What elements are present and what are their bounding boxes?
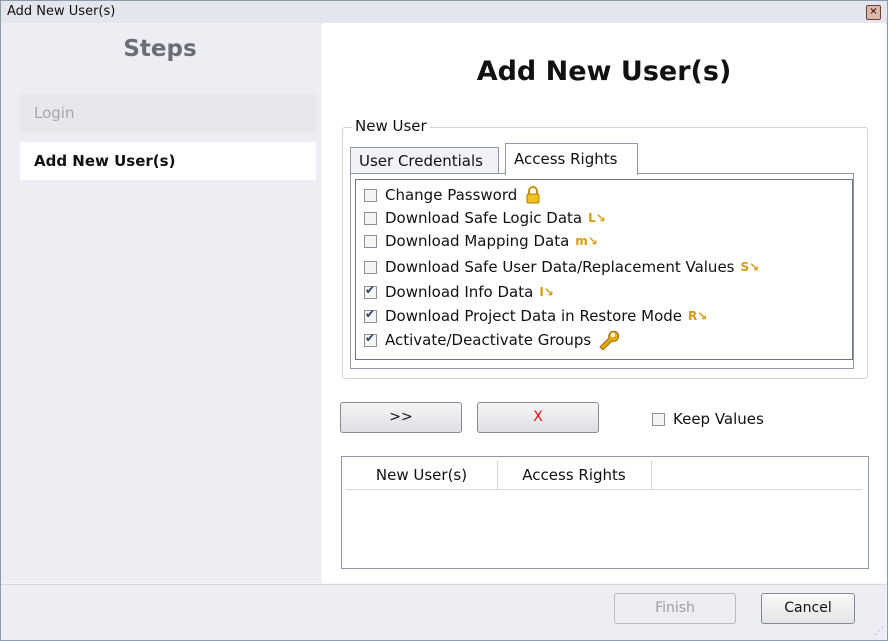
group-label: New User [352, 117, 430, 135]
wrench-icon [599, 330, 620, 350]
right-label: Change Password [385, 186, 518, 204]
info-download-icon: I↘ [539, 285, 554, 299]
mapping-download-icon: m↘ [575, 234, 598, 248]
right-label: Download Safe User Data/Replacement Valu… [385, 258, 735, 276]
right-checkbox[interactable] [364, 307, 377, 323]
right-label: Download Project Data in Restore Mode [385, 307, 682, 325]
cancel-button[interactable]: Cancel [761, 593, 855, 624]
right-checkbox[interactable] [364, 331, 377, 347]
right-label: Activate/Deactivate Groups [385, 331, 592, 349]
column-header-access-rights[interactable]: Access Rights [497, 461, 652, 489]
user-data-download-icon: S↘ [740, 260, 760, 274]
finish-button[interactable]: Finish [614, 593, 736, 624]
keep-values-checkbox[interactable] [652, 412, 665, 426]
right-item[interactable]: Change Password [364, 185, 541, 205]
resize-grip-icon[interactable]: ⋰ [874, 626, 884, 637]
right-item[interactable]: Activate/Deactivate Groups [364, 330, 620, 350]
restore-download-icon: R↘ [688, 309, 708, 323]
step-add-new-users[interactable]: Add New User(s) [20, 142, 316, 180]
right-item[interactable]: Download Safe Logic Data L↘ [364, 208, 606, 228]
steps-heading: Steps [123, 36, 197, 62]
right-checkbox[interactable] [364, 234, 377, 248]
right-label: Download Mapping Data [385, 232, 570, 250]
right-checkbox[interactable] [364, 260, 377, 274]
add-user-button[interactable]: >> [340, 402, 462, 433]
step-login[interactable]: Login [20, 94, 316, 132]
clear-button[interactable]: X [477, 402, 599, 433]
logic-download-icon: L↘ [588, 211, 606, 225]
keep-values-label: Keep Values [673, 410, 764, 428]
footer-bar [1, 584, 886, 640]
title-bar: Add New User(s) × [1, 1, 887, 24]
lock-icon [526, 186, 540, 204]
right-item[interactable]: Download Project Data in Restore Mode R↘ [364, 306, 707, 326]
column-header-new-users[interactable]: New User(s) [346, 461, 498, 489]
close-icon[interactable]: × [866, 5, 881, 20]
tab-access-rights[interactable]: Access Rights [505, 143, 638, 175]
right-checkbox[interactable] [364, 211, 377, 225]
right-checkbox[interactable] [364, 283, 377, 299]
right-label: Download Info Data [385, 283, 534, 301]
right-label: Download Safe Logic Data [385, 209, 583, 227]
right-checkbox[interactable] [364, 188, 377, 202]
window-title: Add New User(s) [7, 4, 116, 19]
right-item[interactable]: Download Info Data I↘ [364, 282, 554, 302]
tab-user-credentials[interactable]: User Credentials [350, 147, 499, 174]
header-divider [346, 489, 862, 490]
page-title: Add New User(s) [476, 56, 732, 87]
right-item[interactable]: Download Safe User Data/Replacement Valu… [364, 257, 759, 277]
keep-values-toggle[interactable]: Keep Values [652, 410, 764, 428]
right-item[interactable]: Download Mapping Data m↘ [364, 231, 598, 251]
